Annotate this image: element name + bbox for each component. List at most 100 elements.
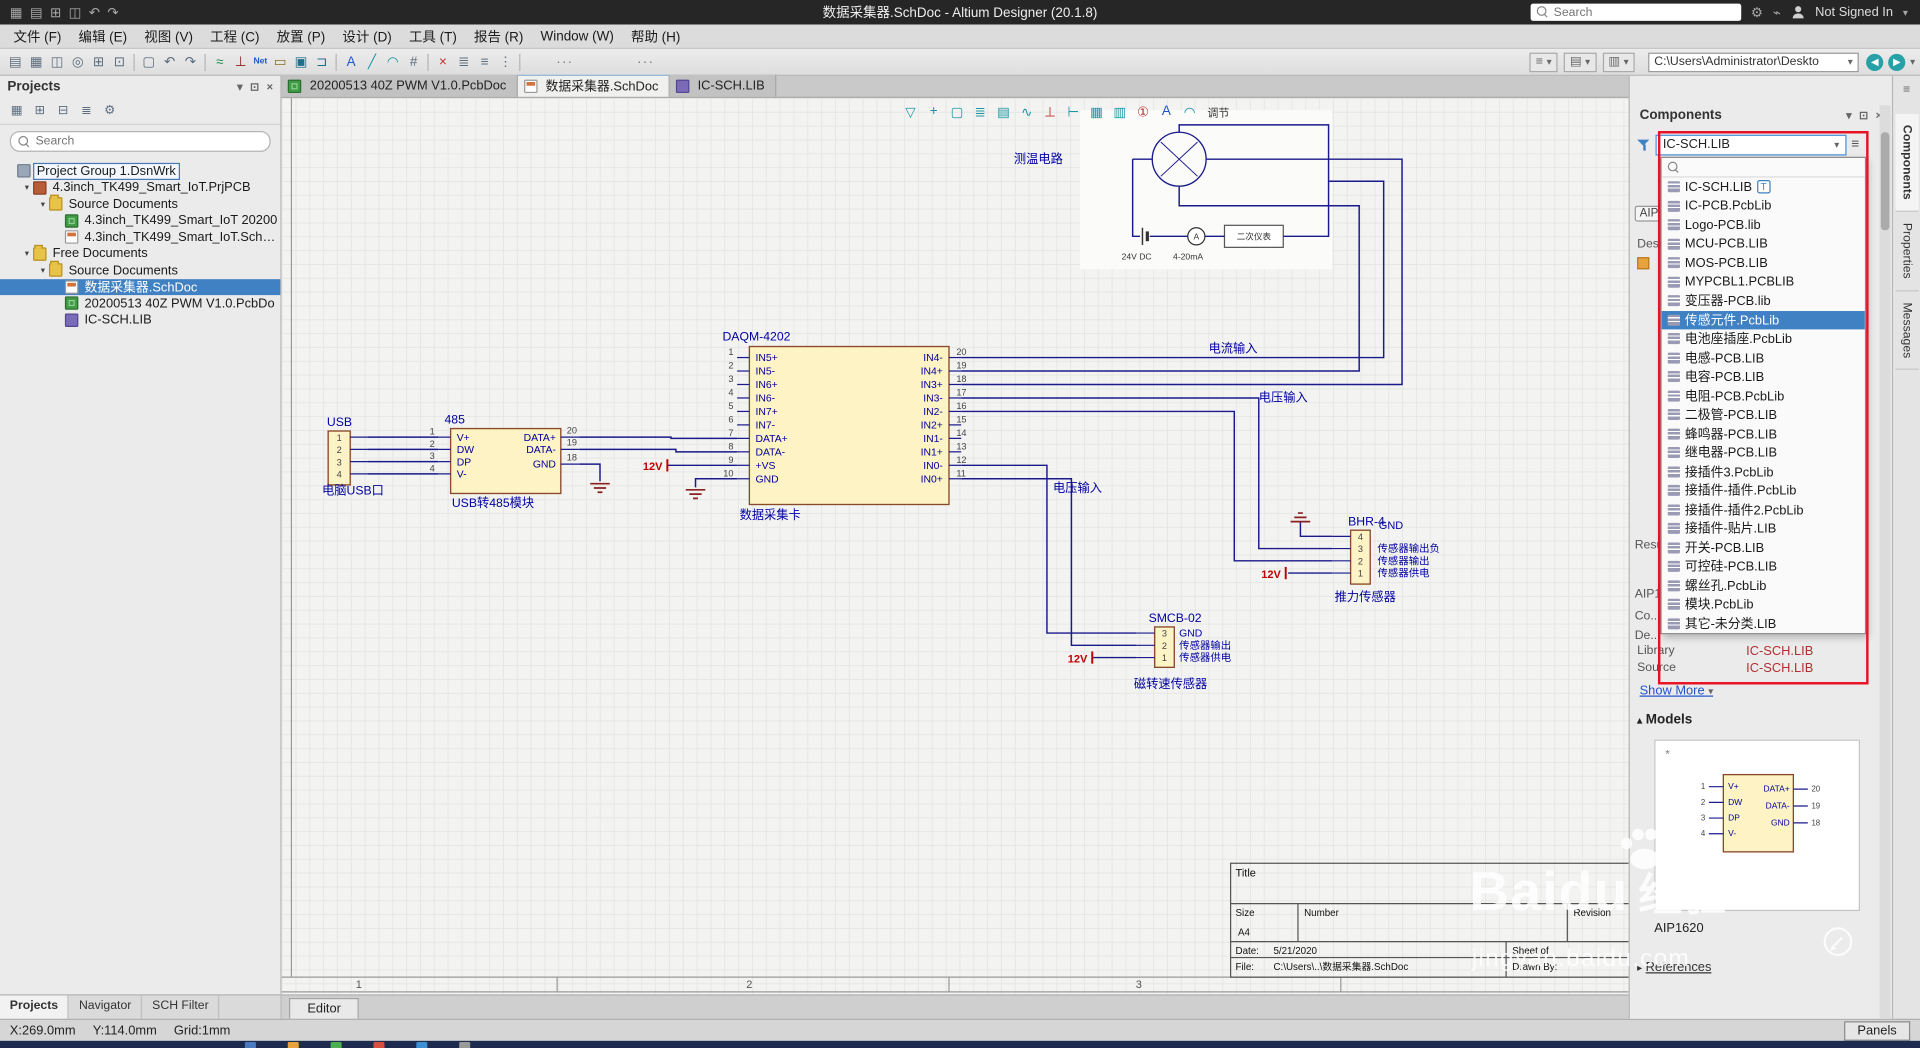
text-string-icon[interactable]: A (341, 51, 362, 72)
selection-rect-icon[interactable]: ▢ (947, 102, 968, 122)
projects-search[interactable] (9, 131, 271, 152)
toolbar-overflow-1[interactable]: ··· (556, 54, 573, 69)
tree-item[interactable]: 20200513 40Z PWM V1.0.PcbDo (0, 295, 280, 312)
paste-icon[interactable]: ⊟ (54, 102, 72, 120)
smcb02-part[interactable]: SMCB-02 磁转速传感器 3 GND 2 传感器输出 1 传感器供电 (1134, 611, 1231, 691)
panel-tab-messages[interactable]: Messages (1894, 291, 1919, 371)
taskbar-app-icon[interactable] (459, 1042, 471, 1048)
panel-stack-icon[interactable]: ≡ (1903, 83, 1910, 96)
document-tab[interactable]: IC-SCH.LIB (669, 74, 776, 97)
taskbar-app-icon[interactable] (330, 1042, 342, 1048)
menu-item[interactable]: 报告 (R) (465, 24, 532, 48)
library-list-item[interactable]: 其它-未分类.LIB (1662, 614, 1865, 633)
library-list-item[interactable]: 螺丝孔.PcbLib (1662, 576, 1865, 595)
grid-settings-icon[interactable]: # (403, 51, 424, 72)
taskbar-app-icon[interactable] (244, 1042, 256, 1048)
library-list-item[interactable]: 接插件-贴片.LIB (1662, 519, 1865, 538)
place-part-icon[interactable]: ▭ (270, 51, 291, 72)
expand-arrow-icon[interactable]: ▾ (37, 265, 49, 276)
tree-item[interactable]: 数据采集器.SchDoc (0, 278, 281, 296)
panel-menu-icon[interactable]: ▾ (237, 80, 243, 93)
annotate-icon[interactable]: ① (1133, 102, 1154, 122)
back-button[interactable]: ◀ (1866, 53, 1884, 71)
select-icon[interactable]: ▢ (138, 51, 159, 72)
undo-icon[interactable]: ↶ (89, 4, 100, 21)
library-list-item[interactable]: 接插件-插件.PcbLib (1662, 481, 1865, 500)
library-list-item[interactable]: 电池座插座.PcbLib (1662, 329, 1865, 348)
library-list-item[interactable]: Logo-PCB.lib (1662, 216, 1865, 235)
expand-arrow-icon[interactable]: ▾ (21, 249, 33, 259)
library-list-item[interactable]: 变压器-PCB.lib (1662, 291, 1865, 310)
copy-icon[interactable]: ⊞ (31, 102, 49, 120)
grid-icon[interactable]: ▦ (1086, 102, 1107, 122)
references-section-header[interactable]: ▸ References (1637, 960, 1711, 975)
library-list-item[interactable]: 电阻-PCB.PcbLib (1662, 386, 1865, 405)
library-list-item[interactable]: IC-PCB.PcbLib (1662, 197, 1865, 216)
menu-item[interactable]: Window (W) (532, 26, 622, 46)
save-all-icon[interactable]: ◫ (69, 4, 82, 21)
open-document-icon[interactable]: ▤ (5, 51, 26, 72)
save-icon[interactable]: ▦ (26, 51, 47, 72)
print-icon[interactable]: ◫ (47, 51, 68, 72)
current-input-label[interactable]: 电流输入 (1209, 341, 1258, 356)
menu-item[interactable]: 工具 (T) (400, 24, 465, 48)
signin-status[interactable]: Not Signed In (1815, 5, 1893, 20)
power-port-icon[interactable]: ⊥ (230, 51, 251, 72)
panels-button[interactable]: Panels (1843, 1020, 1911, 1041)
measure-icon[interactable]: ⊢ (1063, 102, 1084, 122)
menu-item[interactable]: 设计 (D) (334, 24, 401, 48)
wave-icon[interactable]: ∿ (1016, 102, 1037, 122)
filter-funnel-icon[interactable] (1637, 138, 1650, 151)
document-tab[interactable]: 20200513 40Z PWM V1.0.PcbDoc (281, 74, 518, 97)
library-list-item[interactable]: IC-SCH.LIB T (1662, 178, 1865, 197)
tree-item[interactable]: ▾ Source Documents (0, 194, 280, 213)
path-input[interactable] (1654, 55, 1848, 69)
power-net-label[interactable]: 12V (643, 461, 663, 473)
sheet-entry-icon[interactable]: ⊐ (311, 51, 332, 72)
scrollbar-thumb[interactable] (1880, 132, 1890, 231)
taskbar-app-icon[interactable] (287, 1042, 299, 1048)
close-panel-icon[interactable]: × (267, 80, 273, 93)
projects-search-input[interactable] (35, 134, 263, 149)
bhr4-part[interactable]: BHR-4 GND 推力传感器 43 传感器输出负2 传感器输出1 传感器供电 (1332, 514, 1440, 604)
user-avatar-icon[interactable] (1791, 5, 1806, 20)
menu-item[interactable]: 文件 (F) (5, 24, 70, 48)
global-search[interactable] (1530, 3, 1742, 21)
document-tab[interactable]: 数据采集器.SchDoc (517, 74, 670, 97)
zoom-area-icon[interactable]: ⊞ (88, 51, 109, 72)
menu-item[interactable]: 视图 (V) (136, 24, 202, 48)
table-icon[interactable]: ▥ (1109, 102, 1130, 122)
library-dropdown[interactable]: IC-SCH.LIB ▾ (1655, 134, 1847, 155)
library-list-item[interactable]: 二极管-PCB.LIB (1662, 405, 1865, 424)
undo-icon[interactable]: ↶ (159, 51, 180, 72)
redo-icon[interactable]: ↷ (107, 4, 118, 21)
path-combobox[interactable]: ▾ (1648, 52, 1859, 72)
menu-item[interactable]: 工程 (C) (202, 24, 269, 48)
taskbar-app-icon[interactable] (416, 1042, 428, 1048)
schematic-canvas[interactable]: ▽ + ▢ ≣ ▤ ∿ ⊥ ⊢ ▦ ▥ ① A ◠ 调节 123 A 二次仪表 … (281, 97, 1629, 995)
library-list-item[interactable]: 接插件-插件2.PcbLib (1662, 500, 1865, 519)
grid-combo[interactable]: ▥ ▾ (1602, 52, 1635, 72)
power-net-label[interactable]: 12V (1068, 653, 1088, 665)
rs485-module-part[interactable]: 485 USB转485模块 1 V+ 2 DW 3 DP 4 V- 20 DATA+ 19 DATA… (430, 413, 580, 510)
align-icon[interactable]: ≣ (970, 102, 991, 122)
stack-icon[interactable]: ▤ (993, 102, 1014, 122)
usb-connector-part[interactable]: USB 电脑USB口 1 2 3 4 (322, 415, 384, 498)
net-label-icon[interactable]: Net (251, 51, 270, 72)
library-list-item[interactable]: MOS-PCB.LIB (1662, 253, 1865, 272)
library-list-item[interactable]: 蜂鸣器-PCB.LIB (1662, 424, 1865, 443)
menu-item[interactable]: 编辑 (E) (70, 24, 136, 48)
align-vertical-icon[interactable]: ⋮ (495, 51, 516, 72)
snap-combo[interactable]: ▤ ▾ (1563, 52, 1597, 72)
tree-item[interactable]: ▾ Free Documents (0, 244, 280, 263)
panel-tab-properties[interactable]: Properties (1894, 212, 1919, 292)
tree-item[interactable]: 4.3inch_TK499_Smart_IoT.SchDc (0, 229, 280, 246)
taskbar-app-icon[interactable] (373, 1042, 385, 1048)
arc-icon[interactable]: ◠ (1179, 102, 1200, 122)
hamburger-menu-icon[interactable]: ≡ (1851, 137, 1859, 152)
zoom-fit-icon[interactable]: ◎ (67, 51, 88, 72)
circuit-title-label[interactable]: 测温电路 (1014, 151, 1063, 166)
library-list-item[interactable]: MYPCBL1.PCBLIB (1662, 272, 1865, 291)
power-net-label[interactable]: 12V (1261, 569, 1281, 581)
chevron-down-icon[interactable]: ▾ (1903, 7, 1908, 18)
